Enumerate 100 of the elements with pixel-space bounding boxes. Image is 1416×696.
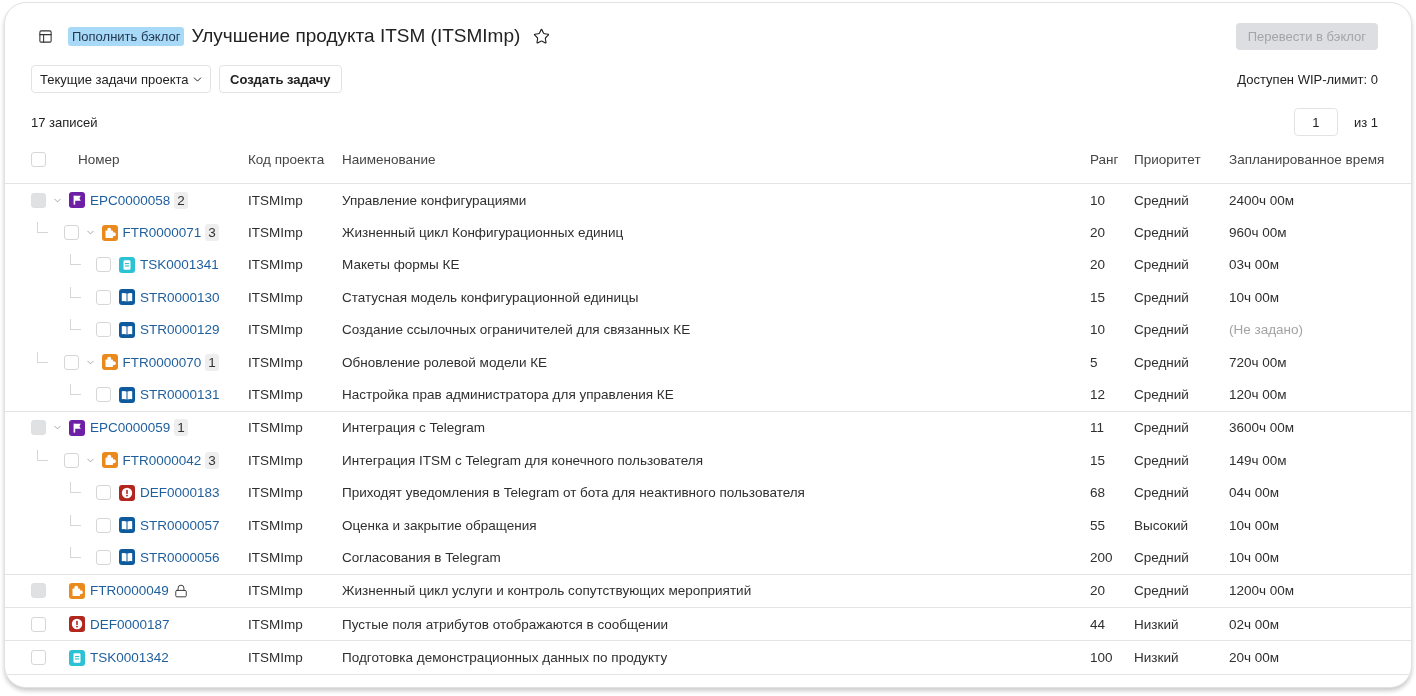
column-header: Ранг <box>1090 152 1120 167</box>
table-cell-text: Пустые поля атрибутов отображаются в сообщении <box>342 616 670 632</box>
table-cell-text: Настройка прав администратора для управления КЕ <box>342 387 675 403</box>
table-cell-text: Средний <box>1134 485 1190 501</box>
table-cell-text: Обновление ролевой модели КЕ <box>342 354 549 370</box>
table-cell-text: 1200ч 00м <box>1229 583 1296 599</box>
table-cell-text: 15 <box>1090 289 1107 305</box>
table-cell-text: 20 <box>1090 225 1107 241</box>
table-cell-text: Подготовка демонстрационных данных по продукту <box>342 650 669 666</box>
table-cell-text: Низкий <box>1134 650 1180 666</box>
table-cell-text: Средний <box>1134 550 1190 565</box>
table-cell-text: ITSMImp <box>248 322 304 338</box>
tree-line <box>69 514 81 526</box>
tree-line <box>69 254 81 266</box>
table-cell-text: 149ч 00м <box>1229 452 1288 468</box>
table-cell-text: 100 <box>1090 650 1114 666</box>
flag-icon <box>69 192 85 209</box>
book-icon <box>119 549 135 566</box>
table-cell-text: 12 <box>1090 387 1107 403</box>
table-cell-text: ITSMImp <box>248 485 304 501</box>
exclamation-icon <box>69 616 85 633</box>
column-header: Номер <box>78 152 120 167</box>
table-cell-text: 10ч 00м <box>1229 289 1281 305</box>
child-count: 1 <box>205 353 219 371</box>
table-cell-text: ITSMImp <box>248 225 304 241</box>
book-icon <box>119 517 135 534</box>
table-cell-text: ITSMImp <box>248 420 304 436</box>
table-cell-text: Низкий <box>1134 616 1180 632</box>
table-cell-text: Средний <box>1134 225 1190 241</box>
page-title: Улучшение продукта ITSM (ITSMImp) <box>191 25 521 47</box>
checkbox[interactable] <box>31 650 46 666</box>
checkbox[interactable] <box>31 616 46 632</box>
table-cell-text: Макеты формы КЕ <box>342 257 461 273</box>
table-cell-text: (Не задано) <box>1229 322 1305 338</box>
table-cell-text: ITSMImp <box>248 452 304 468</box>
tree-line <box>37 222 48 234</box>
table-cell-text: Интеграция с Telegram <box>342 420 486 436</box>
table-cell-text: ITSMImp <box>248 517 304 533</box>
create-task-button[interactable]: Создать задачу <box>219 65 342 93</box>
tree-line <box>37 351 48 363</box>
table-cell-text: Высокий <box>1134 517 1190 533</box>
table-cell-text: Статусная модель конфигурационной единицы <box>342 289 640 305</box>
table-cell-text: Создание ссылочных ограничителей для связанных КЕ <box>342 322 692 338</box>
puzzle-icon <box>101 224 118 241</box>
record-count: 17 записей <box>31 114 98 130</box>
table-cell-text: Средний <box>1134 387 1190 403</box>
column-header: Приоритет <box>1134 152 1202 167</box>
puzzle-icon <box>101 354 118 371</box>
table-cell-text: Средний <box>1134 289 1190 305</box>
table-cell-text: ITSMImp <box>248 354 304 370</box>
filter-dropdown[interactable]: Текущие задачи проекта <box>31 65 211 93</box>
table-cell-text: 20ч 00м <box>1229 650 1281 666</box>
table-cell-text: Средний <box>1134 583 1190 599</box>
table-cell-text: 2400ч 00м <box>1229 192 1296 208</box>
child-count: 2 <box>174 191 188 209</box>
page-input[interactable]: 1 <box>1293 108 1338 136</box>
table-cell-text: 20 <box>1090 583 1107 599</box>
layout-icon <box>38 28 53 44</box>
table-cell-text: 10ч 00м <box>1229 550 1281 565</box>
table-cell-text: Оценка и закрытие обращения <box>342 517 538 533</box>
column-header: Запланированное время <box>1229 152 1386 167</box>
table-cell-text: Жизненный цикл услуги и контроль сопутствующих мероприятий <box>342 583 753 599</box>
table-cell-text: 10 <box>1090 192 1107 208</box>
book-icon <box>119 386 135 403</box>
table-cell-text: 68 <box>1090 485 1107 501</box>
table-cell-text: 960ч 00м <box>1229 225 1288 241</box>
table-cell-text: ITSMImp <box>248 387 304 403</box>
task-number-link[interactable]: TSK0001342 <box>90 650 169 666</box>
tree-line <box>69 547 81 558</box>
child-count: 1 <box>174 419 188 437</box>
table-cell-text: 20 <box>1090 257 1107 273</box>
table-cell-text: 200 <box>1090 550 1114 565</box>
tree-line <box>69 384 81 396</box>
table-cell-text: 04ч 00м <box>1229 485 1281 501</box>
table-cell-text: 11 <box>1090 420 1105 436</box>
star-icon[interactable] <box>533 27 551 45</box>
table-cell-text: Жизненный цикл Конфигурационных единиц <box>342 225 625 241</box>
table-cell-text: 10 <box>1090 322 1107 338</box>
book-icon <box>119 321 135 338</box>
table-cell-text: 10ч 00м <box>1229 517 1281 533</box>
table-cell-text: 02ч 00м <box>1229 616 1281 632</box>
document-icon <box>119 256 135 273</box>
table-cell-text: 5 <box>1090 354 1099 370</box>
table-cell-text: 15 <box>1090 452 1107 468</box>
table-cell-text: ITSMImp <box>248 257 304 273</box>
table-cell-text: 3600ч 00м <box>1229 420 1296 436</box>
document-icon <box>69 649 85 666</box>
puzzle-icon <box>101 452 118 469</box>
checkbox[interactable] <box>31 152 46 167</box>
backlog-tag: Пополнить бэклог <box>68 26 185 46</box>
table-cell-text: Средний <box>1134 192 1190 208</box>
wip-limit-text: Доступен WIP-лимит: 0 <box>1237 71 1378 87</box>
table-cell-text: ITSMImp <box>248 650 304 666</box>
column-header: Код проекта <box>248 152 326 167</box>
puzzle-icon <box>69 582 85 599</box>
task-number-link[interactable]: DEF0000187 <box>90 616 170 632</box>
column-header: Наименование <box>342 152 437 167</box>
table-cell-text: 120ч 00м <box>1229 387 1288 403</box>
tree-line <box>69 319 81 331</box>
tree-line <box>69 482 81 494</box>
